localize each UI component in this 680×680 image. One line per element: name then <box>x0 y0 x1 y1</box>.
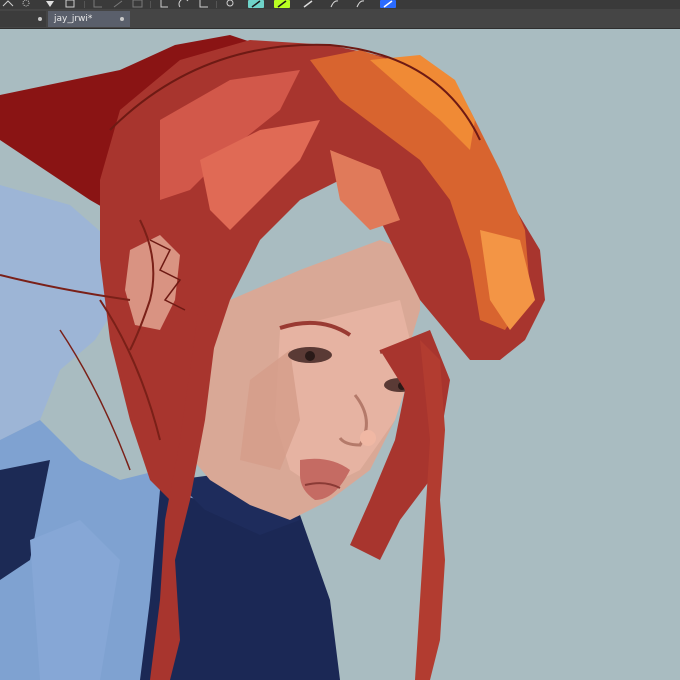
ellipse-icon[interactable] <box>90 0 106 8</box>
circle-arc-icon[interactable] <box>176 0 192 8</box>
color-icon[interactable] <box>380 0 396 8</box>
tab-label: jay_jrwi* <box>54 14 93 24</box>
blend-mode-icon[interactable] <box>248 0 264 8</box>
brush-icon[interactable] <box>352 0 368 8</box>
eraser-icon[interactable] <box>274 0 290 8</box>
bezier-icon[interactable] <box>62 0 78 8</box>
pen-icon[interactable] <box>300 0 316 8</box>
tab-active-document[interactable]: jay_jrwi* <box>48 11 130 27</box>
tab-modified-dot <box>38 17 42 21</box>
brush-preset-icon[interactable] <box>222 0 238 8</box>
smudge-icon[interactable] <box>326 0 342 8</box>
perspective-icon[interactable] <box>130 0 146 8</box>
app-window: jay_jrwi* <box>0 0 680 680</box>
drawing-canvas[interactable] <box>0 29 680 680</box>
selection-icon[interactable] <box>18 0 34 8</box>
transform-icon[interactable] <box>0 0 16 8</box>
ruler-icon[interactable] <box>196 0 212 8</box>
artwork-painting <box>0 29 680 680</box>
line-icon[interactable] <box>110 0 126 8</box>
corner-icon[interactable] <box>156 0 172 8</box>
tab-close-icon[interactable] <box>120 17 124 21</box>
document-tab-bar: jay_jrwi* <box>0 9 680 29</box>
fill-icon[interactable] <box>42 0 58 8</box>
tab-previous-document[interactable] <box>0 11 46 27</box>
